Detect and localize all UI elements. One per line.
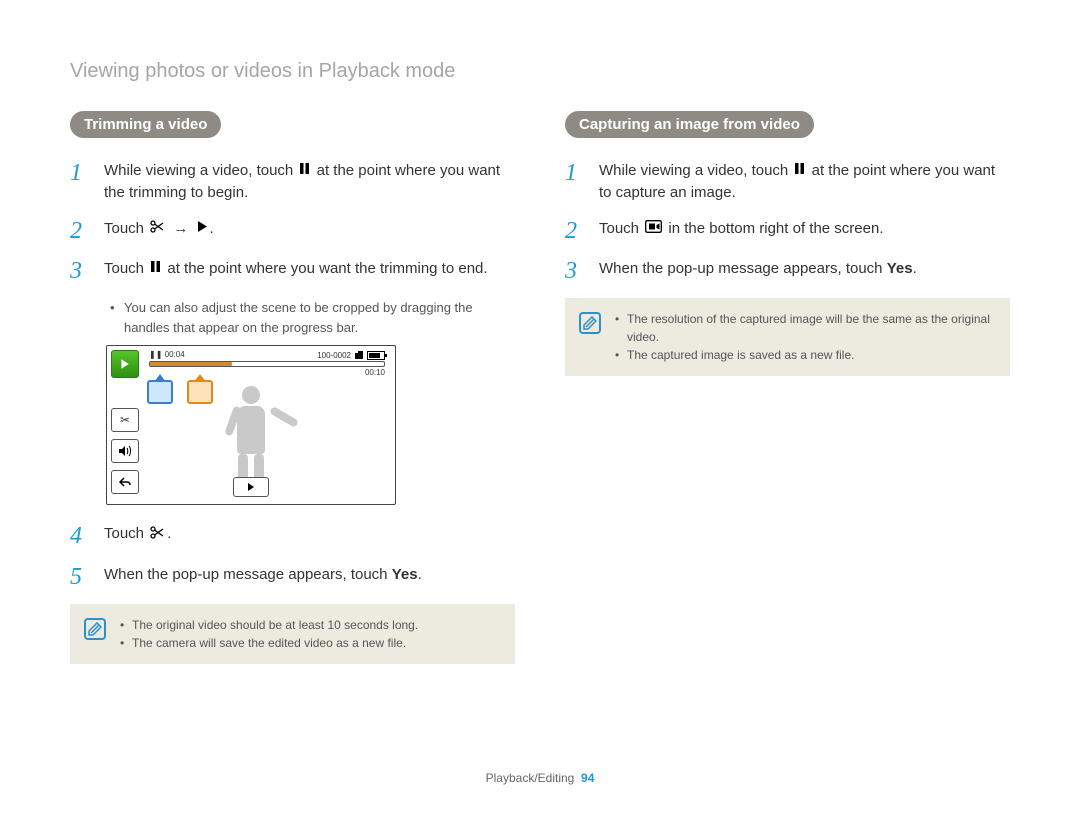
play-icon [197, 218, 208, 240]
trim-handle-end [187, 380, 213, 404]
step-text: Touch in the bottom right of the screen. [599, 218, 1010, 244]
pause-icon [794, 160, 805, 182]
step-right-3: 3 When the pop-up message appears, touch… [565, 258, 1010, 284]
sub-bullet: You can also adjust the scene to be crop… [110, 298, 515, 337]
step-right-1: 1 While viewing a video, touch at the po… [565, 160, 1010, 204]
note-icon [84, 618, 106, 640]
step-number: 2 [565, 218, 599, 244]
file-number: 100-0002 [317, 351, 351, 360]
page-title: Viewing photos or videos in Playback mod… [70, 60, 1010, 83]
scissors-icon [150, 218, 165, 240]
pause-icon [299, 160, 310, 182]
progress-bar [149, 361, 385, 367]
current-time: 00:04 [165, 350, 185, 359]
back-button-icon [111, 470, 139, 494]
total-time: 00:10 [149, 368, 385, 377]
step-text: When the pop-up message appears, touch Y… [104, 564, 515, 590]
step-number: 5 [70, 564, 104, 590]
note-bullet: The camera will save the edited video as… [120, 634, 418, 652]
timeline: ❚❚ 00:04 100-0002 00:10 [149, 350, 385, 378]
footer: Playback/Editing 94 [0, 771, 1080, 785]
note-icon [579, 312, 601, 334]
footer-page-number: 94 [581, 771, 594, 785]
trim-handle-start [147, 380, 173, 404]
step-number: 1 [565, 160, 599, 204]
step-left-1: 1 While viewing a video, touch at the po… [70, 160, 515, 204]
heading-trimming: Trimming a video [70, 111, 221, 138]
note-box-left: The original video should be at least 10… [70, 604, 515, 664]
step-left-2: 2 Touch → . [70, 218, 515, 244]
note-bullet: The captured image is saved as a new fil… [615, 346, 996, 364]
note-box-right: The resolution of the captured image wil… [565, 298, 1010, 376]
step-number: 2 [70, 218, 104, 244]
step-text: Touch at the point where you want the tr… [104, 258, 515, 284]
playback-indicator-icon [111, 350, 139, 378]
video-silhouette [221, 386, 281, 486]
col-capturing: Capturing an image from video 1 While vi… [565, 111, 1010, 674]
camera-screenshot: ❚❚ 00:04 100-0002 00:10 [106, 345, 396, 505]
scissors-icon [150, 524, 165, 546]
step-number: 3 [70, 258, 104, 284]
step-number: 3 [565, 258, 599, 284]
step-text: While viewing a video, touch at the poin… [104, 160, 515, 204]
note-bullet: The resolution of the captured image wil… [615, 310, 996, 346]
step-number: 1 [70, 160, 104, 204]
step-right-2: 2 Touch in the bottom right of the scree… [565, 218, 1010, 244]
step-left-5: 5 When the pop-up message appears, touch… [70, 564, 515, 590]
battery-icon [367, 351, 385, 360]
heading-capturing: Capturing an image from video [565, 111, 814, 138]
step-text: Touch . [104, 523, 515, 549]
sub-note-step3: You can also adjust the scene to be crop… [70, 298, 515, 337]
trim-button-icon: ✂ [111, 408, 139, 432]
note-bullet: The original video should be at least 10… [120, 616, 418, 634]
step-left-3: 3 Touch at the point where you want the … [70, 258, 515, 284]
step-text: While viewing a video, touch at the poin… [599, 160, 1010, 204]
footer-section: Playback/Editing [486, 771, 575, 785]
play-button-icon [233, 477, 269, 497]
step-number: 4 [70, 523, 104, 549]
arrow-right-icon: → [173, 218, 188, 240]
pause-icon [150, 258, 161, 280]
capture-frame-icon [645, 218, 662, 240]
pause-glyph-icon: ❚❚ 00:04 [149, 350, 185, 360]
col-trimming: Trimming a video 1 While viewing a video… [70, 111, 515, 674]
step-text: When the pop-up message appears, touch Y… [599, 258, 1010, 284]
step-text: Touch → . [104, 218, 515, 244]
volume-button-icon [111, 439, 139, 463]
step-left-4: 4 Touch . [70, 523, 515, 549]
memory-card-icon [354, 350, 364, 360]
